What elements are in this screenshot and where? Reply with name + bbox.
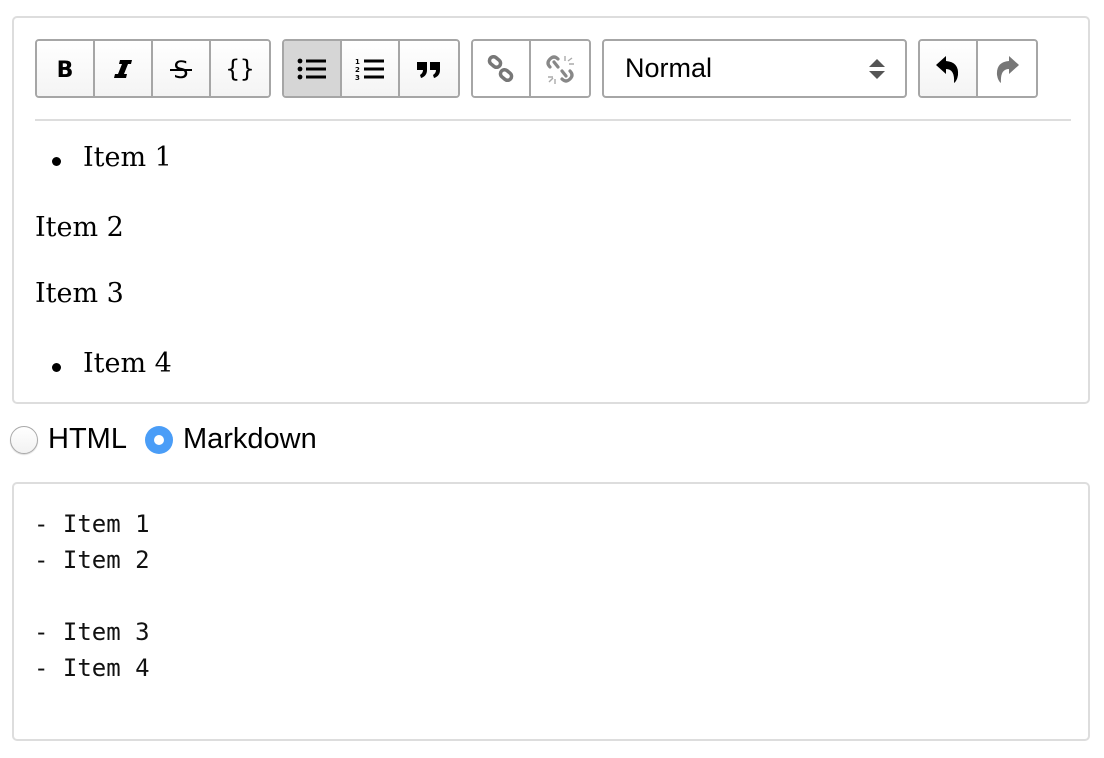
block-style-group: 123 — [282, 39, 460, 98]
blockquote-button[interactable] — [400, 41, 458, 96]
italic-icon — [114, 59, 132, 78]
link-group — [471, 39, 591, 98]
markdown-output-text: - Item 1 - Item 2 - Item 3 - Item 4 — [34, 510, 150, 682]
bullet-icon — [52, 363, 61, 372]
redo-icon — [996, 55, 1019, 83]
svg-text:2: 2 — [355, 66, 360, 74]
rich-text-editor: B S {} 123 — [12, 16, 1090, 404]
numbered-list-icon: 123 — [355, 58, 384, 81]
paragraph: Item 3 — [35, 278, 124, 309]
svg-text:1: 1 — [355, 58, 360, 66]
link-button[interactable] — [473, 41, 531, 96]
svg-text:3: 3 — [355, 74, 360, 81]
html-radio[interactable] — [10, 425, 38, 454]
bold-button[interactable]: B — [37, 41, 95, 96]
block-type-select[interactable]: Normal — [602, 39, 907, 98]
bullet-list-icon — [297, 58, 326, 79]
redo-button[interactable] — [978, 41, 1036, 96]
unlink-icon — [546, 54, 574, 84]
strikethrough-icon: S — [170, 56, 192, 82]
svg-text:B: B — [57, 58, 74, 80]
markdown-output[interactable]: - Item 1 - Item 2 - Item 3 - Item 4 — [12, 482, 1090, 741]
markdown-radio[interactable] — [144, 425, 173, 454]
bold-icon: B — [57, 58, 74, 80]
strikethrough-button[interactable]: S — [153, 41, 211, 96]
italic-button[interactable] — [95, 41, 153, 96]
numbered-list-button[interactable]: 123 — [342, 41, 400, 96]
toolbar-divider — [35, 119, 1071, 121]
output-format-selector: HTML Markdown — [10, 423, 317, 456]
link-icon — [487, 54, 514, 82]
svg-text:{}: {} — [226, 55, 255, 83]
undo-icon — [936, 55, 959, 83]
html-radio-label[interactable]: HTML — [48, 423, 127, 456]
block-type-value: Normal — [625, 53, 713, 83]
inline-style-group: B S {} — [35, 39, 271, 98]
undo-button[interactable] — [920, 41, 978, 96]
code-braces-icon: {} — [226, 55, 255, 83]
history-group — [918, 39, 1038, 98]
bullet-list-button[interactable] — [284, 41, 342, 96]
unlink-button[interactable] — [531, 41, 589, 96]
bullet-icon — [52, 157, 61, 166]
editor-toolbar: B S {} 123 — [35, 39, 1049, 99]
code-button[interactable]: {} — [211, 41, 269, 96]
paragraph: Item 2 — [35, 212, 124, 243]
markdown-radio-label[interactable]: Markdown — [183, 423, 317, 456]
quote-icon — [417, 61, 440, 78]
select-arrows-icon — [869, 58, 885, 79]
